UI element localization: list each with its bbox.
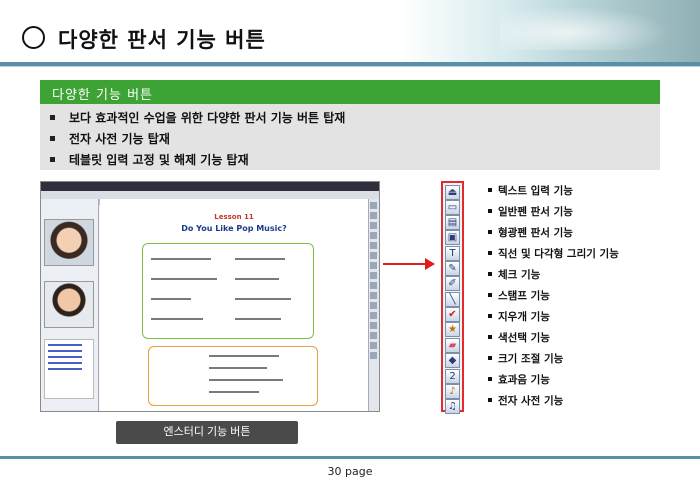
bullet-square-icon xyxy=(488,356,492,360)
feature-box: 다양한 기능 버튼 보다 효과적인 수업을 위한 다양한 판서 기능 버튼 탑재… xyxy=(40,80,660,170)
exit-icon[interactable]: ⏏ xyxy=(445,185,460,200)
sound-icon[interactable]: ♪ xyxy=(445,384,460,399)
line-icon[interactable]: ╲ xyxy=(445,292,460,307)
footer-rule xyxy=(0,456,700,459)
feature-item: 전자 사전 기능 탑재 xyxy=(50,129,660,150)
chat-log xyxy=(44,339,94,399)
header-decoration-image xyxy=(400,0,700,62)
tool-list-item: 효과음 기능 xyxy=(488,370,619,391)
feature-heading: 다양한 기능 버튼 xyxy=(40,80,660,104)
screenshot-toolbar xyxy=(41,191,379,205)
feature-item-text: 보다 효과적인 수업을 위한 다양한 판서 기능 버튼 탑재 xyxy=(69,111,346,125)
bullet-square-icon xyxy=(488,377,492,381)
title-circle-icon xyxy=(22,26,45,49)
tool-list-text: 효과음 기능 xyxy=(498,374,550,386)
feature-list: 보다 효과적인 수업을 위한 다양한 판서 기능 버튼 탑재 전자 사전 기능 … xyxy=(40,104,660,171)
bullet-square-icon xyxy=(488,293,492,297)
page-title: 다양한 판서 기능 버튼 xyxy=(58,28,266,52)
tool-list-text: 형광펜 판서 기능 xyxy=(498,227,573,239)
lesson-header: Lesson 11 Do You Like Pop Music? xyxy=(100,199,368,233)
save-icon[interactable]: ▣ xyxy=(445,230,460,245)
bullet-square-icon xyxy=(488,272,492,276)
feature-item-text: 테블릿 입력 고정 및 해제 기능 탑재 xyxy=(69,153,249,167)
expression-box xyxy=(142,243,314,339)
app-screenshot: Lesson 11 Do You Like Pop Music? xyxy=(40,181,380,412)
page-number: 30 page xyxy=(327,465,373,478)
screenshot-lesson-board: Lesson 11 Do You Like Pop Music? xyxy=(100,199,368,411)
bullet-square-icon xyxy=(50,157,55,162)
talk-box xyxy=(148,346,318,406)
bullet-square-icon xyxy=(488,335,492,339)
stamp-icon[interactable]: ★ xyxy=(445,322,460,337)
tool-list-item: 전자 사전 기능 xyxy=(488,391,619,412)
lesson-title: Do You Like Pop Music? xyxy=(181,224,287,233)
tool-list-item: 스탬프 기능 xyxy=(488,286,619,307)
header-rule-thin xyxy=(0,66,700,67)
music-note-icon[interactable]: ♫ xyxy=(445,399,460,414)
tool-list-text: 직선 및 다각형 그리기 기능 xyxy=(498,248,619,260)
tool-list-text: 텍스트 입력 기능 xyxy=(498,185,573,197)
tool-list-text: 지우개 기능 xyxy=(498,311,550,323)
tool-list-item: 지우개 기능 xyxy=(488,307,619,328)
bullet-square-icon xyxy=(488,314,492,318)
tool-list-item: 일반펜 판서 기능 xyxy=(488,202,619,223)
bullet-square-icon xyxy=(488,398,492,402)
tool-list-item: 텍스트 입력 기능 xyxy=(488,181,619,202)
lesson-tag: Lesson 11 xyxy=(214,213,254,221)
bullet-square-icon xyxy=(488,188,492,192)
bullet-square-icon xyxy=(488,230,492,234)
tool-list: 텍스트 입력 기능 일반펜 판서 기능 형광펜 판서 기능 직선 및 다각형 그… xyxy=(488,181,619,412)
tool-list-text: 크기 조절 기능 xyxy=(498,353,564,365)
highlighter-icon[interactable]: ✐ xyxy=(445,276,460,291)
tool-list-text: 체크 기능 xyxy=(498,269,541,281)
size-value: 2 xyxy=(449,371,456,382)
tool-list-text: 스탬프 기능 xyxy=(498,290,550,302)
tool-list-item: 체크 기능 xyxy=(488,265,619,286)
function-toolbar: ⏏ ▭ ▤ ▣ T ✎ ✐ ╲ ✔ ★ ▰ ◆ 2 ♪ ♫ xyxy=(441,181,464,414)
tool-list-text: 전자 사전 기능 xyxy=(498,395,564,407)
tool-list-text: 일반펜 판서 기능 xyxy=(498,206,573,218)
tutor-video-image xyxy=(44,281,94,328)
bullet-square-icon xyxy=(50,136,55,141)
tool-list-item: 직선 및 다각형 그리기 기능 xyxy=(488,244,619,265)
color-picker-icon[interactable]: ◆ xyxy=(445,353,460,368)
window-icon[interactable]: ▭ xyxy=(445,200,460,215)
arrow-head-icon xyxy=(425,258,435,270)
feature-item: 보다 효과적인 수업을 위한 다양한 판서 기능 버튼 탑재 xyxy=(50,108,660,129)
folder-icon[interactable]: ▤ xyxy=(445,215,460,230)
bullet-square-icon xyxy=(50,115,55,120)
student-video-image xyxy=(44,219,94,266)
bullet-square-icon xyxy=(488,251,492,255)
tool-list-text: 색선택 기능 xyxy=(498,332,550,344)
text-icon[interactable]: T xyxy=(445,246,460,261)
feature-item-text: 전자 사전 기능 탑재 xyxy=(69,132,170,146)
header: 다양한 판서 기능 버튼 xyxy=(0,0,700,67)
pen-icon[interactable]: ✎ xyxy=(445,261,460,276)
nstudy-function-button[interactable]: 엔스터디 기능 버튼 xyxy=(116,421,298,444)
screenshot-video-panel xyxy=(41,199,99,411)
arrow-icon xyxy=(383,263,427,265)
tool-list-item: 형광펜 판서 기능 xyxy=(488,223,619,244)
eraser-icon[interactable]: ▰ xyxy=(445,338,460,353)
bullet-square-icon xyxy=(488,209,492,213)
slide: 다양한 판서 기능 버튼 다양한 기능 버튼 보다 효과적인 수업을 위한 다양… xyxy=(0,0,700,485)
size-icon[interactable]: 2 xyxy=(445,369,460,384)
screenshot-titlebar xyxy=(41,182,379,191)
tool-list-item: 크기 조절 기능 xyxy=(488,349,619,370)
screenshot-side-toolbar xyxy=(368,199,379,411)
feature-item: 테블릿 입력 고정 및 해제 기능 탑재 xyxy=(50,150,660,171)
check-icon[interactable]: ✔ xyxy=(445,307,460,322)
tool-list-item: 색선택 기능 xyxy=(488,328,619,349)
